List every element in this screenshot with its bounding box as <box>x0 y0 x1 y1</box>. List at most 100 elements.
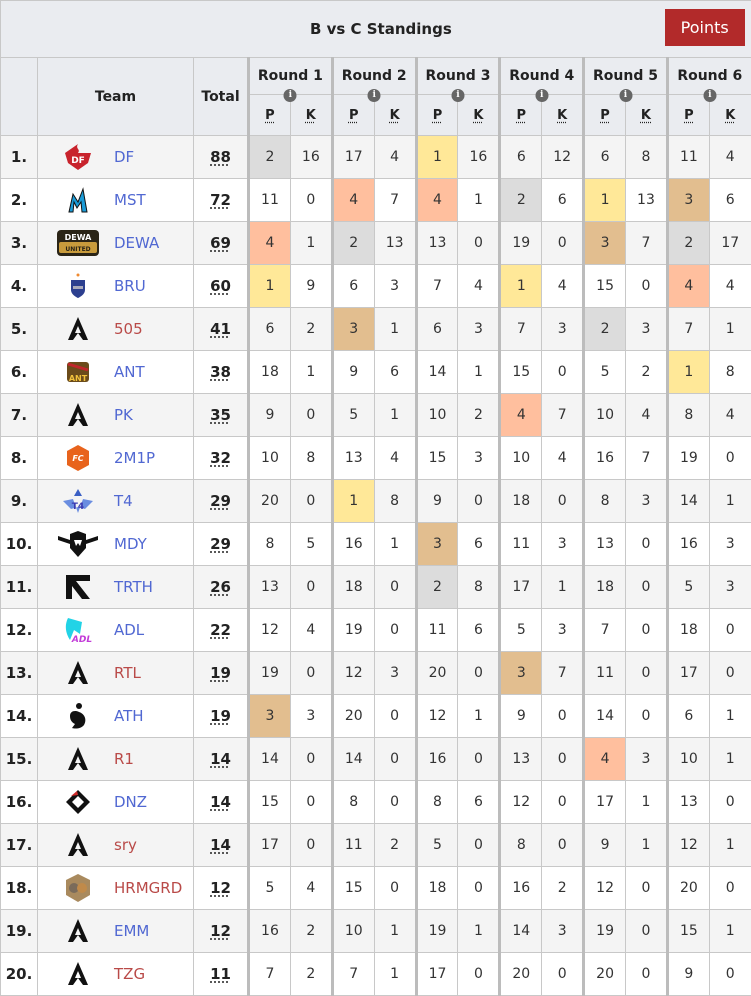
placement-cell: 16 <box>667 523 709 566</box>
ant-logo-icon[interactable]: ANT <box>56 357 100 387</box>
team-link[interactable]: HRMGRD <box>114 879 182 897</box>
round-header: Round 3i <box>416 58 500 95</box>
bru-logo-icon[interactable] <box>56 271 100 301</box>
team-link[interactable]: R1 <box>114 750 134 768</box>
total-points[interactable]: 14 <box>210 836 231 854</box>
round-label: Round 2 <box>342 68 407 84</box>
kills-cell: 3 <box>626 308 668 351</box>
apex-logo-icon[interactable] <box>56 400 100 430</box>
total-points[interactable]: 32 <box>210 449 231 467</box>
placement-cell: 9 <box>500 695 542 738</box>
total-points[interactable]: 12 <box>210 879 231 897</box>
team-header[interactable]: Team <box>38 58 194 136</box>
total-points[interactable]: 19 <box>210 707 231 725</box>
team-link[interactable]: DF <box>114 148 134 166</box>
total-points[interactable]: 88 <box>210 148 231 166</box>
placement-cell: 19 <box>249 652 291 695</box>
round-label: Round 6 <box>677 68 742 84</box>
team-link[interactable]: PK <box>114 406 133 424</box>
total-points[interactable]: 69 <box>210 234 231 252</box>
t4-logo-icon[interactable]: T4 <box>56 486 100 516</box>
kills-cell: 4 <box>709 136 751 179</box>
total-points[interactable]: 60 <box>210 277 231 295</box>
kills-header[interactable]: K <box>458 95 500 136</box>
placement-header[interactable]: P <box>584 95 626 136</box>
placement-header[interactable]: P <box>500 95 542 136</box>
df-logo-icon[interactable]: DF <box>56 142 100 172</box>
info-icon[interactable]: i <box>284 89 297 102</box>
apex-logo-icon[interactable] <box>56 658 100 688</box>
info-icon[interactable]: i <box>368 89 381 102</box>
placement-header[interactable]: P <box>416 95 458 136</box>
team-link[interactable]: 2M1P <box>114 449 155 467</box>
fc-logo-icon[interactable]: FC <box>56 443 100 473</box>
kills-header[interactable]: K <box>626 95 668 136</box>
team-link[interactable]: EMM <box>114 922 149 940</box>
dnz-logo-icon[interactable] <box>56 787 100 817</box>
apex-logo-icon[interactable] <box>56 916 100 946</box>
team-cell: MDY <box>38 523 194 566</box>
team-cell: RTL <box>38 652 194 695</box>
team-link[interactable]: BRU <box>114 277 146 295</box>
team-link[interactable]: ATH <box>114 707 144 725</box>
total-points[interactable]: 35 <box>210 406 231 424</box>
kills-header[interactable]: K <box>542 95 584 136</box>
adl-logo-icon[interactable]: ADL <box>56 615 100 645</box>
points-button[interactable]: Points <box>665 9 745 46</box>
kills-header[interactable]: K <box>374 95 416 136</box>
team-link[interactable]: DNZ <box>114 793 147 811</box>
team-link[interactable]: TZG <box>114 965 145 983</box>
total-points[interactable]: 19 <box>210 664 231 682</box>
placement-cell: 11 <box>584 652 626 695</box>
info-icon[interactable]: i <box>535 89 548 102</box>
total-points[interactable]: 26 <box>210 578 231 596</box>
team-link[interactable]: TRTH <box>114 578 153 596</box>
team-link[interactable]: RTL <box>114 664 141 682</box>
kills-header[interactable]: K <box>290 95 332 136</box>
team-link[interactable]: ADL <box>114 621 144 639</box>
info-icon[interactable]: i <box>619 89 632 102</box>
kills-cell: 3 <box>709 523 751 566</box>
placement-cell: 13 <box>416 222 458 265</box>
total-points[interactable]: 22 <box>210 621 231 639</box>
team-link[interactable]: ANT <box>114 363 145 381</box>
ath-logo-icon[interactable] <box>56 701 100 731</box>
team-link[interactable]: T4 <box>114 492 133 510</box>
team-cell: sry <box>38 824 194 867</box>
placement-cell: 7 <box>667 308 709 351</box>
team-link[interactable]: MST <box>114 191 146 209</box>
placement-header[interactable]: P <box>332 95 374 136</box>
total-points[interactable]: 14 <box>210 750 231 768</box>
team-link[interactable]: sry <box>114 836 137 854</box>
apex-logo-icon[interactable] <box>56 959 100 989</box>
total-points[interactable]: 38 <box>210 363 231 381</box>
total-points[interactable]: 41 <box>210 320 231 338</box>
total-points[interactable]: 72 <box>210 191 231 209</box>
apex-logo-icon[interactable] <box>56 744 100 774</box>
mdy-logo-icon[interactable] <box>56 529 100 559</box>
total-points[interactable]: 12 <box>210 922 231 940</box>
team-link[interactable]: DEWA <box>114 234 159 252</box>
table-row: 17.sry14170112508091121 <box>1 824 751 867</box>
apex-logo-icon[interactable] <box>56 830 100 860</box>
trth-logo-icon[interactable] <box>56 572 100 602</box>
total-header[interactable]: Total <box>194 58 249 136</box>
placement-cell: 17 <box>332 136 374 179</box>
dewa-logo-icon[interactable]: DEWAUNITED <box>56 228 100 258</box>
placement-header[interactable]: P <box>249 95 291 136</box>
mst-logo-icon[interactable] <box>56 185 100 215</box>
total-points[interactable]: 11 <box>210 965 231 983</box>
hrmgrd-logo-icon[interactable] <box>56 873 100 903</box>
kills-header[interactable]: K <box>709 95 751 136</box>
apex-logo-icon[interactable] <box>56 314 100 344</box>
kills-cell: 1 <box>709 910 751 953</box>
total-points[interactable]: 29 <box>210 535 231 553</box>
team-link[interactable]: 505 <box>114 320 143 338</box>
kills-cell: 13 <box>626 179 668 222</box>
info-icon[interactable]: i <box>451 89 464 102</box>
info-icon[interactable]: i <box>703 89 716 102</box>
placement-header[interactable]: P <box>667 95 709 136</box>
total-points[interactable]: 29 <box>210 492 231 510</box>
team-link[interactable]: MDY <box>114 535 147 553</box>
total-points[interactable]: 14 <box>210 793 231 811</box>
